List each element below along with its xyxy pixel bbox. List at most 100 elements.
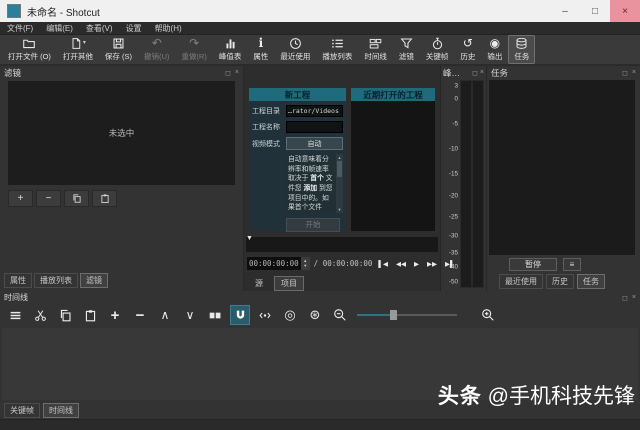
append-button[interactable]: + [105, 305, 125, 325]
save-button[interactable]: 保存 (S) [99, 35, 138, 64]
playlist-button[interactable]: 播放列表 [316, 35, 358, 64]
menu-settings[interactable]: 设置 [126, 23, 142, 34]
float-panel-icon[interactable]: ◻ [225, 69, 231, 77]
tab-recent[interactable]: 最近使用 [499, 274, 543, 289]
position-timecode[interactable]: 00:00:00:00 [247, 257, 301, 270]
copy-filter-button[interactable] [64, 190, 89, 207]
filters-button[interactable]: 滤镜 [393, 35, 420, 64]
paste-button[interactable] [80, 305, 100, 325]
tab-keyframes[interactable]: 关键帧 [4, 403, 40, 418]
undo-button[interactable]: ↶ 撤销(U) [138, 35, 175, 64]
snap-toggle[interactable] [230, 305, 250, 325]
title-bar: 未命名 - Shotcut – □ × [0, 0, 640, 22]
magnet-icon [234, 309, 247, 322]
filters-icon [400, 37, 413, 50]
redo-button[interactable]: ↷ 重做(R) [175, 35, 212, 64]
dropdown-caret-icon: ▾ [83, 37, 86, 50]
new-project-header: 新工程 [249, 88, 346, 101]
close-panel-icon[interactable]: × [632, 294, 636, 301]
scrollbar-thumb[interactable] [337, 161, 342, 177]
ripple-all-tracks-toggle[interactable]: ⊛ [305, 305, 325, 325]
new-project-card: 新工程 工程目录 …rator/Videos 工程名称 视频模式 自动 [249, 88, 346, 231]
duration-timecode: / 00:00:00:00 [314, 259, 373, 268]
menu-help[interactable]: 帮助(H) [155, 23, 182, 34]
tab-playlist[interactable]: 播放列表 [34, 273, 78, 288]
play-icon[interactable]: ▶ [414, 260, 419, 268]
jobs-menu-button[interactable]: ≡ [563, 258, 581, 271]
scroll-down-icon[interactable]: ▼ [338, 207, 342, 212]
tab-project[interactable]: 项目 [274, 276, 304, 291]
ripple-delete-button[interactable]: − [130, 305, 150, 325]
paste-filter-button[interactable] [92, 190, 117, 207]
player-area: 新工程 工程目录 …rator/Videos 工程名称 视频模式 自动 [244, 66, 441, 291]
add-filter-button[interactable]: + [8, 190, 33, 207]
tab-timeline[interactable]: 时间线 [43, 403, 79, 418]
close-panel-icon[interactable]: × [235, 69, 239, 76]
remove-filter-button[interactable]: − [36, 190, 61, 207]
tab-history[interactable]: 历史 [546, 274, 574, 289]
jobs-list[interactable] [489, 80, 635, 255]
peak-meter-button[interactable]: 峰值表 [213, 35, 248, 64]
timecode-spinner[interactable]: ▲ ▼ [301, 257, 310, 270]
float-panel-icon[interactable]: ◻ [622, 294, 628, 302]
slider-handle[interactable] [390, 310, 397, 320]
seek-bar[interactable]: ▼ [246, 237, 438, 252]
rewind-icon[interactable]: ◀◀ [396, 260, 406, 268]
properties-button[interactable]: i 属性 [247, 35, 274, 64]
video-mode-description: 自动意味着分辨率和帧速率取决于 首个 文件您 添加 到您项目中的。如果首个文件 … [286, 154, 343, 213]
timeline-menu-button[interactable] [5, 305, 25, 325]
copy-button[interactable] [55, 305, 75, 325]
tab-jobs[interactable]: 任务 [577, 274, 605, 289]
overwrite-button[interactable]: ∨ [180, 305, 200, 325]
close-panel-icon[interactable]: × [632, 69, 636, 76]
recent-projects-list[interactable] [351, 101, 435, 231]
timeline-icon [369, 37, 382, 50]
menu-edit[interactable]: 编辑(E) [46, 23, 73, 34]
minimize-button[interactable]: – [550, 0, 580, 22]
spin-down-icon[interactable]: ▼ [303, 264, 307, 269]
scroll-up-icon[interactable]: ▲ [338, 155, 342, 160]
fast-forward-icon[interactable]: ▶▶ [427, 260, 437, 268]
menu-file[interactable]: 文件(F) [7, 23, 33, 34]
recent-projects-card: 近期打开的工程 [351, 88, 435, 231]
video-mode-label: 视频模式 [252, 139, 286, 149]
timeline-button[interactable]: 时间线 [358, 35, 393, 64]
close-panel-icon[interactable]: × [480, 69, 484, 76]
menu-view[interactable]: 查看(V) [86, 23, 113, 34]
video-mode-button[interactable]: 自动 [286, 137, 343, 150]
recent-button[interactable]: 最近使用 [274, 35, 316, 64]
start-button[interactable]: 开始 [286, 218, 340, 232]
float-panel-icon[interactable]: ◻ [472, 69, 478, 77]
scrub-while-dragging-toggle[interactable] [255, 305, 275, 325]
output-icon: ◉ [490, 37, 500, 50]
project-dir-field[interactable]: …rator/Videos [286, 105, 343, 117]
open-file-button[interactable]: 打开文件 (O) [2, 35, 57, 64]
ripple-toggle[interactable]: ◎ [280, 305, 300, 325]
split-button[interactable] [205, 305, 225, 325]
zoom-out-button[interactable] [330, 305, 350, 325]
skip-start-icon[interactable]: ▌◀ [378, 260, 388, 268]
tab-source[interactable]: 源 [248, 276, 270, 291]
tab-filters[interactable]: 滤镜 [80, 273, 108, 288]
pause-button[interactable]: 暂停 [509, 258, 557, 271]
history-button[interactable]: ↺ 历史 [454, 35, 481, 64]
maximize-button[interactable]: □ [580, 0, 610, 22]
close-button[interactable]: × [610, 0, 640, 22]
float-panel-icon[interactable]: ◻ [622, 69, 628, 77]
zoom-in-button[interactable] [478, 305, 498, 325]
lift-button[interactable]: ∧ [155, 305, 175, 325]
description-scrollbar[interactable]: ▲ ▼ [336, 154, 343, 213]
cut-button[interactable] [30, 305, 50, 325]
open-other-button[interactable]: ▾ 打开其他 [57, 35, 99, 64]
project-name-field[interactable] [286, 121, 343, 133]
save-icon [112, 37, 125, 50]
filters-panel: 滤镜 ◻ × 未选中 + − [0, 66, 244, 291]
jobs-button[interactable]: 任务 [508, 35, 535, 64]
tab-properties[interactable]: 属性 [4, 273, 32, 288]
timeline-zoom-slider[interactable] [357, 314, 457, 316]
status-bar [0, 419, 640, 430]
output-button[interactable]: ◉ 输出 [481, 35, 508, 64]
playhead-icon[interactable]: ▼ [246, 235, 253, 242]
keyframes-button[interactable]: 关键帧 [420, 35, 455, 64]
open-other-icon [70, 37, 82, 50]
